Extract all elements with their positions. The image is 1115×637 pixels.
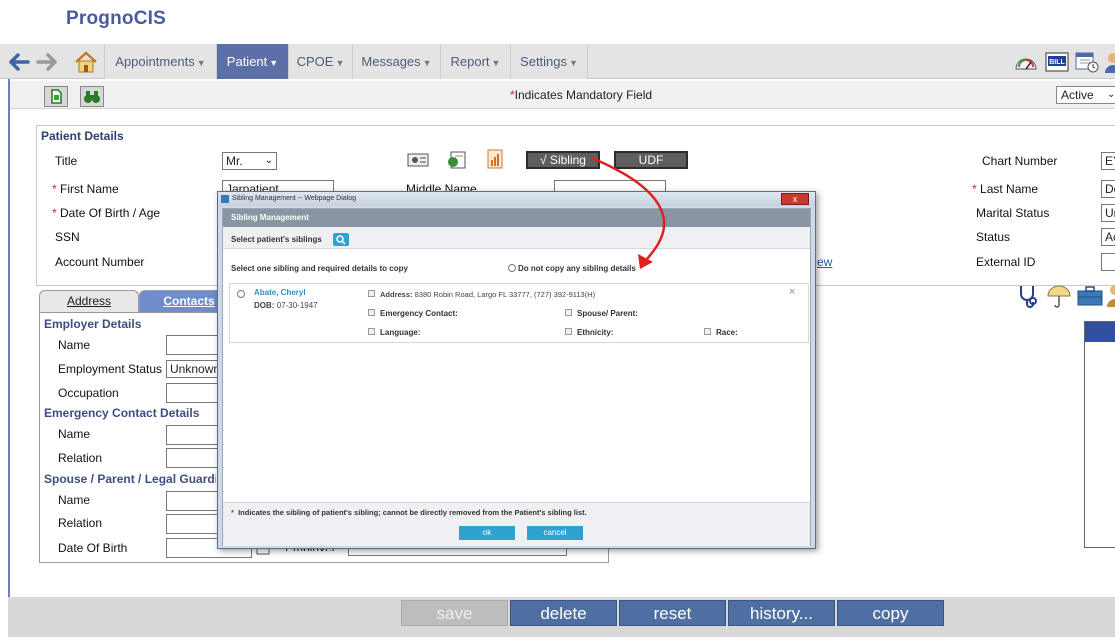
calendar-clock-icon[interactable]: [1075, 51, 1099, 73]
spouse-dob-label: Date Of Birth: [58, 541, 128, 555]
language-checkbox[interactable]: [368, 328, 375, 335]
briefcase-icon[interactable]: [1077, 285, 1103, 307]
last-name-label: * Last Name: [972, 182, 1039, 196]
dialog-header: Sibling Management: [223, 209, 810, 227]
last-name-input[interactable]: Do: [1101, 180, 1115, 198]
spouse-parent-checkbox[interactable]: [565, 309, 572, 316]
stethoscope-icon[interactable]: [1016, 283, 1042, 309]
address-checkbox[interactable]: [368, 290, 375, 297]
emergency-contact-option: Emergency Contact:: [380, 309, 458, 318]
menu-report[interactable]: Report ▼: [440, 44, 510, 79]
menu-settings[interactable]: Settings ▼: [510, 44, 588, 79]
forward-arrow-icon[interactable]: [36, 52, 58, 72]
external-id-label: External ID: [976, 255, 1036, 269]
emergency-name-label: Name: [58, 427, 91, 441]
employment-status-label: Employment Status: [58, 362, 163, 376]
menu-cpoe[interactable]: CPOE ▼: [288, 44, 352, 79]
employer-details-title: Employer Details: [44, 317, 142, 331]
dialog-body: Sibling Management Select patient's sibl…: [222, 208, 811, 546]
ssn-label: SSN: [55, 230, 80, 244]
status-label: Status: [976, 230, 1011, 244]
delete-button[interactable]: delete: [510, 600, 617, 626]
search-siblings-icon[interactable]: [333, 233, 349, 246]
occupation-label: Occupation: [58, 386, 119, 400]
spouse-parent-option: Spouse/ Parent:: [577, 309, 638, 318]
ethnicity-option: Ethnicity:: [577, 328, 614, 337]
view-link[interactable]: ew: [817, 255, 832, 269]
history-button[interactable]: history...: [728, 600, 835, 626]
bill-icon[interactable]: BILL: [1045, 51, 1069, 73]
status-filter-select[interactable]: Active ⌄: [1056, 86, 1115, 104]
dialog-footnote: * Indicates the sibling of patient's sib…: [231, 508, 587, 517]
tab-address[interactable]: Address: [39, 290, 139, 312]
menu-patient[interactable]: Patient ▼: [216, 44, 288, 79]
first-name-label: * First Name: [52, 182, 119, 196]
new-document-icon[interactable]: [44, 86, 68, 107]
title-select[interactable]: Mr. ⌄: [222, 152, 277, 170]
dialog-instruction: Select one sibling and required details …: [231, 264, 408, 273]
chart-number-input[interactable]: EY: [1101, 152, 1115, 170]
marital-status-label: Marital Status: [976, 206, 1050, 220]
document-badge-icon[interactable]: [445, 150, 469, 170]
no-copy-radio[interactable]: [508, 264, 516, 272]
dialog-close-button[interactable]: x: [781, 193, 809, 205]
menu-messages[interactable]: Messages ▼: [352, 44, 440, 79]
ok-button[interactable]: ok: [459, 526, 515, 540]
spouse-parent-title: Spouse / Parent / Legal Guardian: [44, 472, 216, 486]
spouse-name-label: Name: [58, 493, 91, 507]
ethnicity-checkbox[interactable]: [565, 328, 572, 335]
employer-name-label: Name: [58, 338, 91, 352]
sibling-name-link[interactable]: Abate, Cheryl: [254, 288, 306, 297]
sibling-management-dialog: Sibling Management -- Webpage Dialog x S…: [217, 191, 816, 549]
chart-number-label: Chart Number: [982, 154, 1058, 168]
external-id-input[interactable]: [1101, 253, 1115, 271]
dashboard-gauge-icon[interactable]: [1014, 51, 1038, 73]
sibling-address: Address: 8380 Robin Road, Largo FL 33777…: [380, 290, 596, 299]
save-button[interactable]: save: [401, 600, 508, 626]
ie-window-icon: [221, 195, 229, 203]
emergency-contact-checkbox[interactable]: [368, 309, 375, 316]
reset-button[interactable]: reset: [619, 600, 726, 626]
remove-sibling-icon[interactable]: ×: [789, 286, 795, 298]
home-icon[interactable]: [74, 50, 98, 74]
patient-details-title: Patient Details: [41, 129, 124, 143]
language-option: Language:: [380, 328, 421, 337]
emergency-relation-label: Relation: [58, 451, 103, 465]
race-checkbox[interactable]: [704, 328, 711, 335]
spouse-relation-label: Relation: [58, 516, 103, 530]
dialog-window-title: Sibling Management -- Webpage Dialog: [218, 192, 815, 206]
select-siblings-label: Select patient's siblings: [231, 235, 322, 244]
app-title: PrognoCIS: [66, 8, 166, 29]
insurance-card-icon[interactable]: [406, 150, 432, 170]
race-option: Race:: [716, 328, 738, 337]
title-label: Title: [55, 154, 78, 168]
back-arrow-icon[interactable]: [8, 52, 30, 72]
user-icon[interactable]: [1104, 51, 1115, 73]
sibling-dob: DOB: 07-30-1947: [254, 301, 318, 310]
account-number-label: Account Number: [55, 255, 145, 269]
sibling-select-radio[interactable]: [237, 290, 245, 298]
dob-label: * Date Of Birth / Age: [52, 206, 161, 220]
mandatory-note: *Indicates Mandatory Field: [510, 88, 653, 102]
emergency-contact-title: Emergency Contact Details: [44, 406, 200, 420]
main-nav-bar: Appointments ▼ Patient ▼ CPOE ▼ Messages ▼ R…: [0, 44, 1115, 79]
umbrella-icon[interactable]: [1046, 283, 1072, 309]
menu-appointments[interactable]: Appointments ▼: [104, 44, 216, 79]
binoculars-icon[interactable]: [80, 86, 104, 107]
status-select[interactable]: Ac: [1101, 228, 1115, 246]
report-chart-icon[interactable]: [484, 148, 508, 170]
user-icon[interactable]: [1105, 283, 1115, 307]
svg-text:BILL: BILL: [1049, 59, 1065, 66]
annotation-arrow: [591, 156, 666, 269]
copy-button[interactable]: copy: [837, 600, 944, 626]
cancel-button[interactable]: cancel: [527, 526, 583, 540]
marital-status-select[interactable]: Ur: [1101, 204, 1115, 222]
right-side-panel: [1084, 321, 1115, 548]
